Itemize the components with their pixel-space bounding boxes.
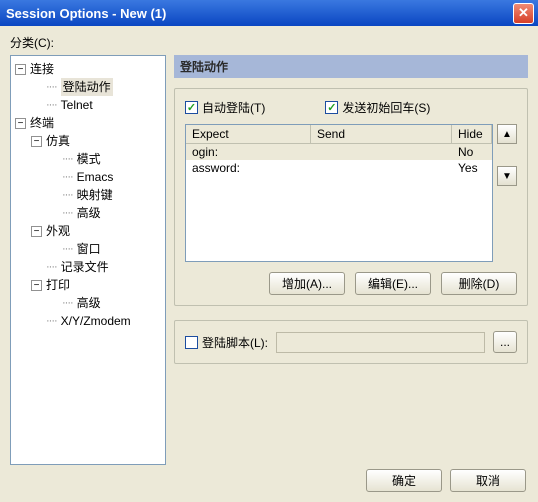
window-title: Session Options - New (1) [6,6,513,21]
checkbox-icon [325,101,338,114]
tree-node-emacs[interactable]: ···· Emacs [13,168,163,186]
right-panel: 登陆动作 自动登陆(T) 发送初始回车(S) Expect [174,55,528,465]
collapse-icon[interactable]: − [15,64,26,75]
send-cr-label: 发送初始回车(S) [342,99,430,116]
tree-node-emulation[interactable]: − 仿真 [13,132,163,150]
tree-node-print-adv[interactable]: ···· 高级 [13,294,163,312]
tree-node-appearance[interactable]: − 外观 [13,222,163,240]
collapse-icon[interactable]: − [31,280,42,291]
browse-button[interactable]: ... [493,331,517,353]
expect-send-list[interactable]: Expect Send Hide ogin: No assword: [185,124,493,262]
send-cr-checkbox[interactable]: 发送初始回车(S) [325,99,430,116]
tree-node-print[interactable]: − 打印 [13,276,163,294]
tree-node-telnet[interactable]: ···· Telnet [13,96,163,114]
checkbox-icon [185,101,198,114]
tree-node-mode[interactable]: ···· 模式 [13,150,163,168]
list-row[interactable]: assword: Yes [186,160,492,176]
titlebar[interactable]: Session Options - New (1) ✕ [0,0,538,26]
category-label: 分类(C): [10,34,528,51]
logon-group: 自动登陆(T) 发送初始回车(S) Expect Send Hide [174,88,528,306]
add-button[interactable]: 增加(A)... [269,272,345,295]
col-hide[interactable]: Hide [452,125,492,143]
script-group: 登陆脚本(L): ... [174,320,528,364]
collapse-icon[interactable]: − [31,136,42,147]
category-tree[interactable]: − 连接 ···· 登陆动作 ···· Telnet − 终端 − 仿真 ···… [10,55,166,465]
tree-node-advanced-emu[interactable]: ···· 高级 [13,204,163,222]
ok-button[interactable]: 确定 [366,469,442,492]
col-expect[interactable]: Expect [186,125,311,143]
cancel-button[interactable]: 取消 [450,469,526,492]
collapse-icon[interactable]: − [31,226,42,237]
tree-node-terminal[interactable]: − 终端 [13,114,163,132]
chevron-down-icon: ▼ [502,171,512,182]
checkbox-icon [185,336,198,349]
col-send[interactable]: Send [311,125,452,143]
auto-logon-label: 自动登陆(T) [202,99,265,116]
logon-script-input[interactable] [276,332,485,353]
tree-node-logfile[interactable]: ···· 记录文件 [13,258,163,276]
panel-title: 登陆动作 [174,55,528,78]
edit-button[interactable]: 编辑(E)... [355,272,431,295]
move-up-button[interactable]: ▲ [497,124,517,144]
logon-script-label: 登陆脚本(L): [202,334,268,351]
tree-node-connection[interactable]: − 连接 [13,60,163,78]
client-area: 分类(C): − 连接 ···· 登陆动作 ···· Telnet − 终端 −… [0,26,538,502]
list-header: Expect Send Hide [186,125,492,144]
chevron-up-icon: ▲ [502,129,512,140]
tree-node-window[interactable]: ···· 窗口 [13,240,163,258]
tree-node-logon-actions[interactable]: ···· 登陆动作 [13,78,163,96]
tree-node-xyzmodem[interactable]: ···· X/Y/Zmodem [13,312,163,330]
delete-button[interactable]: 删除(D) [441,272,517,295]
logon-script-checkbox[interactable]: 登陆脚本(L): [185,334,268,351]
collapse-icon[interactable]: − [15,118,26,129]
close-icon[interactable]: ✕ [513,3,534,24]
list-row[interactable]: ogin: No [186,144,492,160]
auto-logon-checkbox[interactable]: 自动登陆(T) [185,99,265,116]
tree-node-mapkeys[interactable]: ···· 映射键 [13,186,163,204]
move-down-button[interactable]: ▼ [497,166,517,186]
ellipsis-icon: ... [500,335,510,349]
